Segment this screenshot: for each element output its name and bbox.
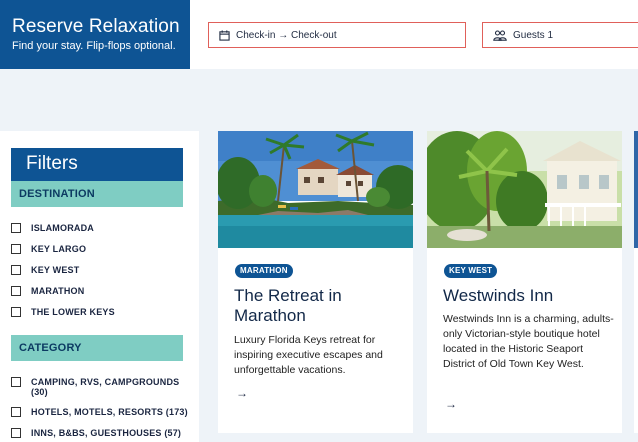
date-range-field[interactable]: Check-in → Check-out — [208, 22, 466, 48]
listing-description: Westwinds Inn is a charming, adults-only… — [443, 313, 614, 370]
listing-photo[interactable] — [427, 131, 622, 248]
checkbox[interactable] — [11, 407, 21, 417]
location-badge: MARATHON — [235, 264, 293, 278]
checkbox[interactable] — [11, 428, 21, 438]
filter-option-inns[interactable]: INNS, B&BS, GUESTHOUSES (57) — [11, 428, 181, 438]
listing-card[interactable]: KEY WEST Westwinds Inn Westwinds Inn is … — [427, 131, 622, 433]
location-badge: KEY WEST — [444, 264, 498, 278]
listing-description: Luxury Florida Keys retreat for inspirin… — [234, 334, 383, 376]
filters-title: Filters — [11, 148, 183, 181]
filters-panel: Filters DESTINATION ISLAMORADA KEY LARGO… — [0, 131, 199, 442]
arrow-right-icon[interactable]: → — [236, 386, 248, 400]
search-bar: Check-in → Check-out Guests 1 — [190, 0, 638, 69]
filter-option-key-largo[interactable]: KEY LARGO — [11, 244, 86, 254]
filter-option-islamorada[interactable]: ISLAMORADA — [11, 223, 94, 233]
checkbox[interactable] — [11, 286, 21, 296]
listing-card[interactable]: MARATHON The Retreat in Marathon Luxury … — [218, 131, 413, 433]
listing-photo[interactable] — [634, 131, 638, 248]
checkbox[interactable] — [11, 377, 21, 387]
guests-label: Guests 1 — [513, 29, 554, 41]
listing-card-partial[interactable] — [634, 131, 638, 433]
checkbox[interactable] — [11, 244, 21, 254]
brand-title: Reserve Relaxation — [12, 16, 180, 37]
listing-photo[interactable] — [218, 131, 413, 248]
people-icon — [493, 29, 507, 41]
brand-block[interactable]: Reserve Relaxation Find your stay. Flip-… — [0, 0, 190, 69]
filter-option-key-west[interactable]: KEY WEST — [11, 265, 79, 275]
filter-option-camping[interactable]: CAMPING, RVS, CAMPGROUNDS (30) — [11, 377, 189, 397]
calendar-icon — [219, 29, 230, 41]
filter-option-lower-keys[interactable]: THE LOWER KEYS — [11, 307, 115, 317]
checkbox[interactable] — [11, 223, 21, 233]
guests-field[interactable]: Guests 1 — [482, 22, 638, 48]
filter-option-marathon[interactable]: MARATHON — [11, 286, 84, 296]
listing-title[interactable]: Westwinds Inn — [443, 286, 613, 306]
destination-heading: DESTINATION — [11, 181, 183, 207]
listing-title[interactable]: The Retreat in Marathon — [234, 286, 404, 326]
date-range-label: Check-in → Check-out — [236, 29, 337, 41]
arrow-right-icon[interactable]: → — [445, 397, 457, 411]
checkbox[interactable] — [11, 307, 21, 317]
checkbox[interactable] — [11, 265, 21, 275]
category-heading: CATEGORY — [11, 335, 183, 361]
filter-option-hotels[interactable]: HOTELS, MOTELS, RESORTS (173) — [11, 407, 188, 417]
brand-subtitle: Find your stay. Flip-flops optional. — [12, 40, 176, 52]
